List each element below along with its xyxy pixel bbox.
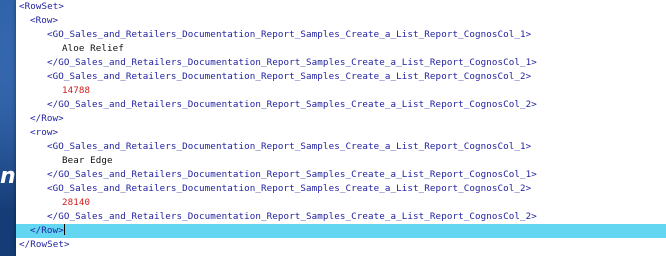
xml-line-rowset-open[interactable]: <RowSet> (16, 0, 666, 14)
xml-line-col2-close[interactable]: </GO_Sales_and_Retailers_Documentation_R… (16, 98, 666, 112)
xml-line-row-close-current[interactable]: </Row> (16, 224, 666, 238)
xml-line-value-product[interactable]: Bear Edge (16, 154, 666, 168)
xml-line-value-number[interactable]: 28140 (16, 196, 666, 210)
xml-line-col2-close[interactable]: </GO_Sales_and_Retailers_Documentation_R… (16, 210, 666, 224)
xml-line-col1-close[interactable]: </GO_Sales_and_Retailers_Documentation_R… (16, 168, 666, 182)
current-line-text: </Row> (30, 225, 64, 236)
xml-line-row-close[interactable]: </Row> (16, 112, 666, 126)
xml-line-rowset-close[interactable]: </RowSet> (16, 238, 666, 252)
xml-line-value-product[interactable]: Aloe Relief (16, 42, 666, 56)
text-caret (63, 224, 65, 235)
background-slide-text: n (0, 164, 16, 189)
xml-editor[interactable]: <RowSet> <Row> <GO_Sales_and_Retailers_D… (16, 0, 666, 256)
xml-line-col1-open[interactable]: <GO_Sales_and_Retailers_Documentation_Re… (16, 28, 666, 42)
xml-line-col1-close[interactable]: </GO_Sales_and_Retailers_Documentation_R… (16, 56, 666, 70)
xml-line-row-open[interactable]: <Row> (16, 14, 666, 28)
xml-line-col2-open[interactable]: <GO_Sales_and_Retailers_Documentation_Re… (16, 182, 666, 196)
xml-line-col2-open[interactable]: <GO_Sales_and_Retailers_Documentation_Re… (16, 70, 666, 84)
xml-line-col1-open[interactable]: <GO_Sales_and_Retailers_Documentation_Re… (16, 140, 666, 154)
xml-line-row-open[interactable]: <row> (16, 126, 666, 140)
xml-line-value-number[interactable]: 14788 (16, 84, 666, 98)
